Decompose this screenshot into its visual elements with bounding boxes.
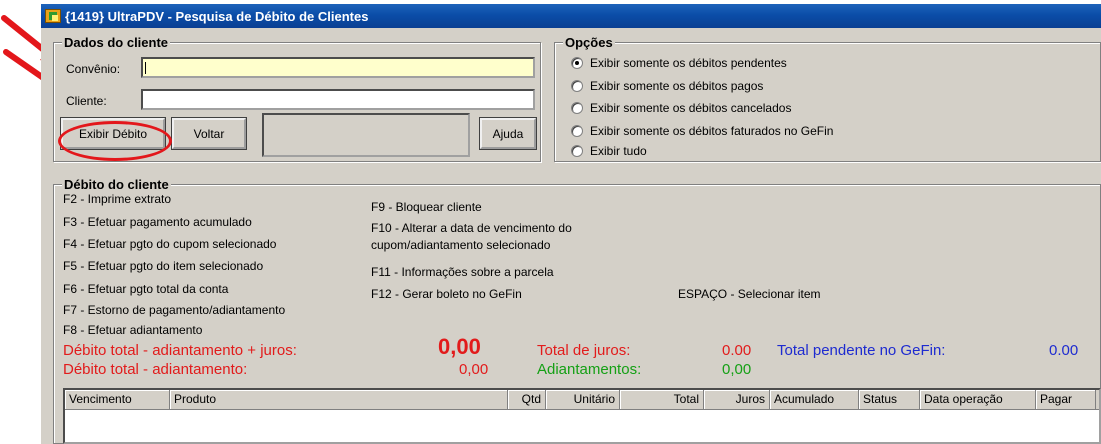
radio-faturados[interactable]: Exibir somente os débitos faturados no G…	[571, 124, 833, 138]
radio-button[interactable]	[571, 102, 583, 114]
dados-cliente-title: Dados do cliente	[62, 35, 171, 50]
annotation-ellipse	[58, 121, 172, 161]
col-status[interactable]: Status	[859, 390, 920, 409]
window-title: {1419} UltraPDV - Pesquisa de Débito de …	[65, 8, 369, 24]
col-produto[interactable]: Produto	[170, 390, 508, 409]
debito-juros-value: 0,00	[438, 334, 481, 359]
opcoes-title: Opções	[563, 35, 615, 50]
radio-pendentes[interactable]: Exibir somente os débitos pendentes	[571, 56, 787, 70]
cliente-label: Cliente:	[66, 94, 107, 108]
table-header: Vencimento Produto Qtd Unitário Total Ju…	[65, 390, 1099, 410]
convenio-field[interactable]	[141, 57, 535, 78]
title-bar: {1419} UltraPDV - Pesquisa de Débito de …	[41, 4, 1101, 28]
radio-pagos[interactable]: Exibir somente os débitos pagos	[571, 79, 763, 93]
debito-value: 0,00	[459, 361, 489, 378]
col-unitario[interactable]: Unitário	[546, 390, 620, 409]
radio-button[interactable]	[571, 125, 583, 137]
col-juros[interactable]: Juros	[704, 390, 770, 409]
col-total[interactable]: Total	[620, 390, 704, 409]
radio-cancelados[interactable]: Exibir somente os débitos cancelados	[571, 101, 791, 115]
col-pagar[interactable]: Pagar	[1036, 390, 1096, 409]
convenio-label: Convênio:	[66, 62, 121, 76]
shortcut-f10-line1: F10 - Alterar a data de vencimento do	[371, 221, 572, 235]
main-window: Dados do cliente Convênio: Cliente: Exib…	[41, 28, 1101, 444]
adiantamentos-label: Adiantamentos:	[537, 361, 642, 378]
radio-button[interactable]	[571, 80, 583, 92]
status-panel	[262, 113, 470, 157]
shortcut-f9: F9 - Bloquear cliente	[371, 200, 482, 214]
debito-label: Débito total - adiantamento:	[63, 361, 248, 378]
juros-label: Total de juros:	[537, 342, 631, 359]
radio-tudo[interactable]: Exibir tudo	[571, 144, 647, 158]
debito-table[interactable]: Vencimento Produto Qtd Unitário Total Ju…	[63, 388, 1101, 444]
radio-button[interactable]	[571, 57, 583, 69]
col-acumulado[interactable]: Acumulado	[770, 390, 859, 409]
shortcut-f10-line2: cupom/adiantamento selecionado	[371, 238, 551, 252]
shortcut-f7: F7 - Estorno de pagamento/adiantamento	[63, 303, 286, 317]
shortcut-f8: F8 - Efetuar adiantamento	[63, 323, 203, 337]
gefin-value: 0.00	[1049, 342, 1079, 359]
col-data-operacao[interactable]: Data operação	[920, 390, 1036, 409]
shortcut-espaco: ESPAÇO - Selecionar item	[678, 287, 821, 301]
col-qtd[interactable]: Qtd	[508, 390, 546, 409]
radio-label: Exibir somente os débitos cancelados	[590, 101, 792, 115]
radio-label: Exibir tudo	[590, 144, 647, 158]
shortcut-f5: F5 - Efetuar pgto do item selecionado	[63, 259, 264, 273]
debito-juros-label: Débito total - adiantamento + juros:	[63, 342, 297, 359]
shortcut-f12: F12 - Gerar boleto no GeFin	[371, 287, 522, 301]
debito-cliente-title: Débito do cliente	[62, 177, 171, 192]
shortcut-f2: F2 - Imprime extrato	[63, 192, 172, 206]
radio-label: Exibir somente os débitos pagos	[590, 79, 764, 93]
radio-button[interactable]	[571, 145, 583, 157]
shortcut-f3: F3 - Efetuar pagamento acumulado	[63, 215, 252, 229]
gefin-label: Total pendente no GeFin:	[777, 342, 946, 359]
shortcut-f11: F11 - Informações sobre a parcela	[371, 265, 554, 279]
shortcut-f6: F6 - Efetuar pgto total da conta	[63, 282, 229, 296]
ajuda-button[interactable]: Ajuda	[479, 117, 537, 150]
adiantamentos-value: 0,00	[722, 361, 752, 378]
voltar-button[interactable]: Voltar	[171, 117, 247, 150]
text-caret	[145, 62, 146, 74]
juros-value: 0.00	[722, 342, 752, 359]
cliente-field[interactable]	[141, 89, 535, 110]
radio-label: Exibir somente os débitos faturados no G…	[590, 124, 834, 138]
radio-label: Exibir somente os débitos pendentes	[590, 56, 787, 70]
col-vencimento[interactable]: Vencimento	[65, 390, 170, 409]
shortcut-f4: F4 - Efetuar pgto do cupom selecionado	[63, 237, 277, 251]
